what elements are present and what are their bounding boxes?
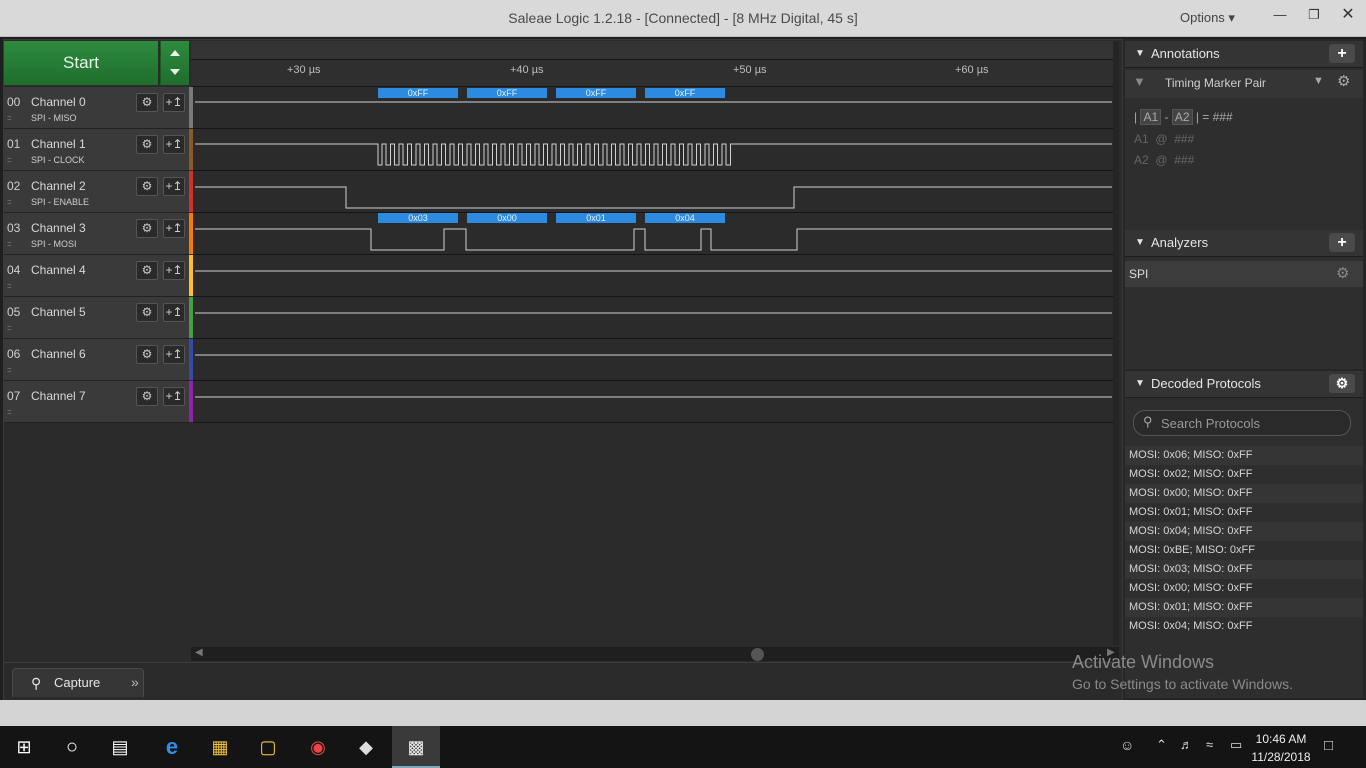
task-view-icon[interactable]: ▤ <box>96 726 144 768</box>
marker-dropdown-icon[interactable]: ▼ <box>1313 75 1324 87</box>
collapse-triangle-icon[interactable]: ▼ <box>1135 230 1145 256</box>
decoded-row[interactable]: MOSI: 0x03; MISO: 0xFF <box>1125 560 1363 579</box>
miso-decode-box[interactable]: 0xFF <box>467 88 547 98</box>
chevron-up-icon[interactable]: ⌃ <box>1156 737 1167 753</box>
decoded-row[interactable]: MOSI: 0x00; MISO: 0xFF <box>1125 579 1363 598</box>
battery-icon[interactable]: ▭ <box>1230 737 1242 753</box>
store-icon[interactable]: ▦ <box>196 726 244 768</box>
a1-chip: A1 <box>1140 109 1162 125</box>
saleae-logic-icon[interactable]: ▩ <box>392 726 440 768</box>
decoded-row[interactable]: MOSI: 0x01; MISO: 0xFF <box>1125 503 1363 522</box>
mosi-decode-box[interactable]: 0x00 <box>467 213 547 223</box>
annotations-title: Annotations <box>1151 46 1220 61</box>
decoded-row[interactable]: MOSI: 0x01; MISO: 0xFF <box>1125 598 1363 617</box>
pin-icon: ▼ <box>1133 74 1146 89</box>
people-icon[interactable]: ☺ <box>1120 737 1134 753</box>
analyzer-item[interactable]: SPI ⚙ <box>1125 261 1363 287</box>
miso-decode-box[interactable]: 0xFF <box>645 88 725 98</box>
notification-icon[interactable]: □ <box>1324 737 1333 754</box>
search-placeholder: Search Protocols <box>1161 416 1260 431</box>
a1-value: ### <box>1174 132 1195 146</box>
analyzers-header[interactable]: ▼ Analyzers <box>1125 230 1363 257</box>
marker-label: Timing Marker Pair <box>1165 76 1266 90</box>
timing-marker-row[interactable]: ▼ Timing Marker Pair ▼ ⚙ <box>1125 70 1363 98</box>
analyzers-title: Analyzers <box>1151 235 1209 250</box>
marker-diff: | A1 - A2 | = ### <box>1134 109 1233 125</box>
status-bar <box>0 700 1366 726</box>
capture-tab[interactable]: ⚲ Capture <box>12 668 144 697</box>
a1-time: A1 @ ### <box>1134 132 1195 146</box>
search-input[interactable]: ⚲ Search Protocols <box>1133 410 1351 436</box>
decoded-row[interactable]: MOSI: 0x04; MISO: 0xFF <box>1125 617 1363 636</box>
decoded-row[interactable]: MOSI: 0x06; MISO: 0xFF <box>1125 446 1363 465</box>
clock-date[interactable]: 11/28/2018 <box>1250 750 1312 764</box>
network-icon[interactable]: ≈ <box>1206 737 1213 752</box>
activate-watermark-title: Activate Windows <box>1072 652 1215 672</box>
volume-icon[interactable]: ♬ <box>1180 737 1193 752</box>
decoded-header[interactable]: ▼ Decoded Protocols <box>1125 371 1363 398</box>
a2-time: A2 @ ### <box>1134 153 1195 167</box>
a2-value: ### <box>1174 153 1195 167</box>
double-chevron-icon[interactable]: » <box>131 674 139 690</box>
mosi-decode-box[interactable]: 0x04 <box>645 213 725 223</box>
annotations-header[interactable]: ▼ Annotations <box>1125 41 1363 68</box>
scroll-thumb[interactable] <box>751 648 764 661</box>
edge-icon[interactable]: e <box>148 726 196 768</box>
scroll-left-icon[interactable]: ◀ <box>195 647 203 658</box>
clock-time[interactable]: 10:46 AM <box>1250 732 1312 746</box>
a1-label: A1 <box>1134 132 1149 146</box>
analyzer-name: SPI <box>1129 267 1149 281</box>
a2-chip: A2 <box>1171 109 1193 125</box>
file-explorer-icon[interactable]: ▢ <box>244 726 292 768</box>
bottom-tab-bar <box>4 662 1119 699</box>
close-icon[interactable]: ✕ <box>1330 0 1366 30</box>
minimize-icon[interactable]: — <box>1262 0 1298 30</box>
restore-icon[interactable]: ❐ <box>1296 0 1332 30</box>
decoded-title: Decoded Protocols <box>1151 376 1261 391</box>
decoded-settings-button[interactable]: ⚙ <box>1329 374 1355 393</box>
decoded-row[interactable]: MOSI: 0xBE; MISO: 0xFF <box>1125 541 1363 560</box>
magnifier-icon: ⚲ <box>31 675 42 691</box>
add-analyzer-button[interactable]: + <box>1329 233 1355 252</box>
add-annotation-button[interactable]: + <box>1329 44 1355 63</box>
mosi-decode-box[interactable]: 0x03 <box>378 213 458 223</box>
miso-decode-box[interactable]: 0xFF <box>378 88 458 98</box>
decoded-row[interactable]: MOSI: 0x02; MISO: 0xFF <box>1125 465 1363 484</box>
a2-label: A2 <box>1134 153 1149 167</box>
miso-decode-box[interactable]: 0xFF <box>556 88 636 98</box>
capture-tab-label: Capture <box>54 675 101 690</box>
windows-start-icon[interactable]: ⊞ <box>0 726 48 768</box>
horizontal-scrollbar[interactable]: ◀ ▶ <box>191 647 1119 661</box>
gear-icon[interactable]: ⚙ <box>1336 264 1349 282</box>
app-icon[interactable]: ◆ <box>342 726 390 768</box>
scroll-spacer <box>4 647 189 661</box>
options-menu[interactable]: Options ▾ <box>1180 0 1235 36</box>
collapse-triangle-icon[interactable]: ▼ <box>1135 371 1145 397</box>
diff-value: ### <box>1212 110 1233 124</box>
decoded-row[interactable]: MOSI: 0x04; MISO: 0xFF <box>1125 522 1363 541</box>
decoded-row[interactable]: MOSI: 0x00; MISO: 0xFF <box>1125 484 1363 503</box>
cortana-icon[interactable]: ○ <box>48 726 96 768</box>
chrome-icon[interactable]: ◉ <box>294 726 342 768</box>
mosi-decode-box[interactable]: 0x01 <box>556 213 636 223</box>
gear-icon[interactable]: ⚙ <box>1337 72 1350 90</box>
vertical-scrollbar[interactable] <box>1113 41 1119 645</box>
search-icon: ⚲ <box>1143 414 1153 429</box>
collapse-triangle-icon[interactable]: ▼ <box>1135 41 1145 67</box>
activate-watermark-text: Go to Settings to activate Windows. <box>1072 676 1293 692</box>
